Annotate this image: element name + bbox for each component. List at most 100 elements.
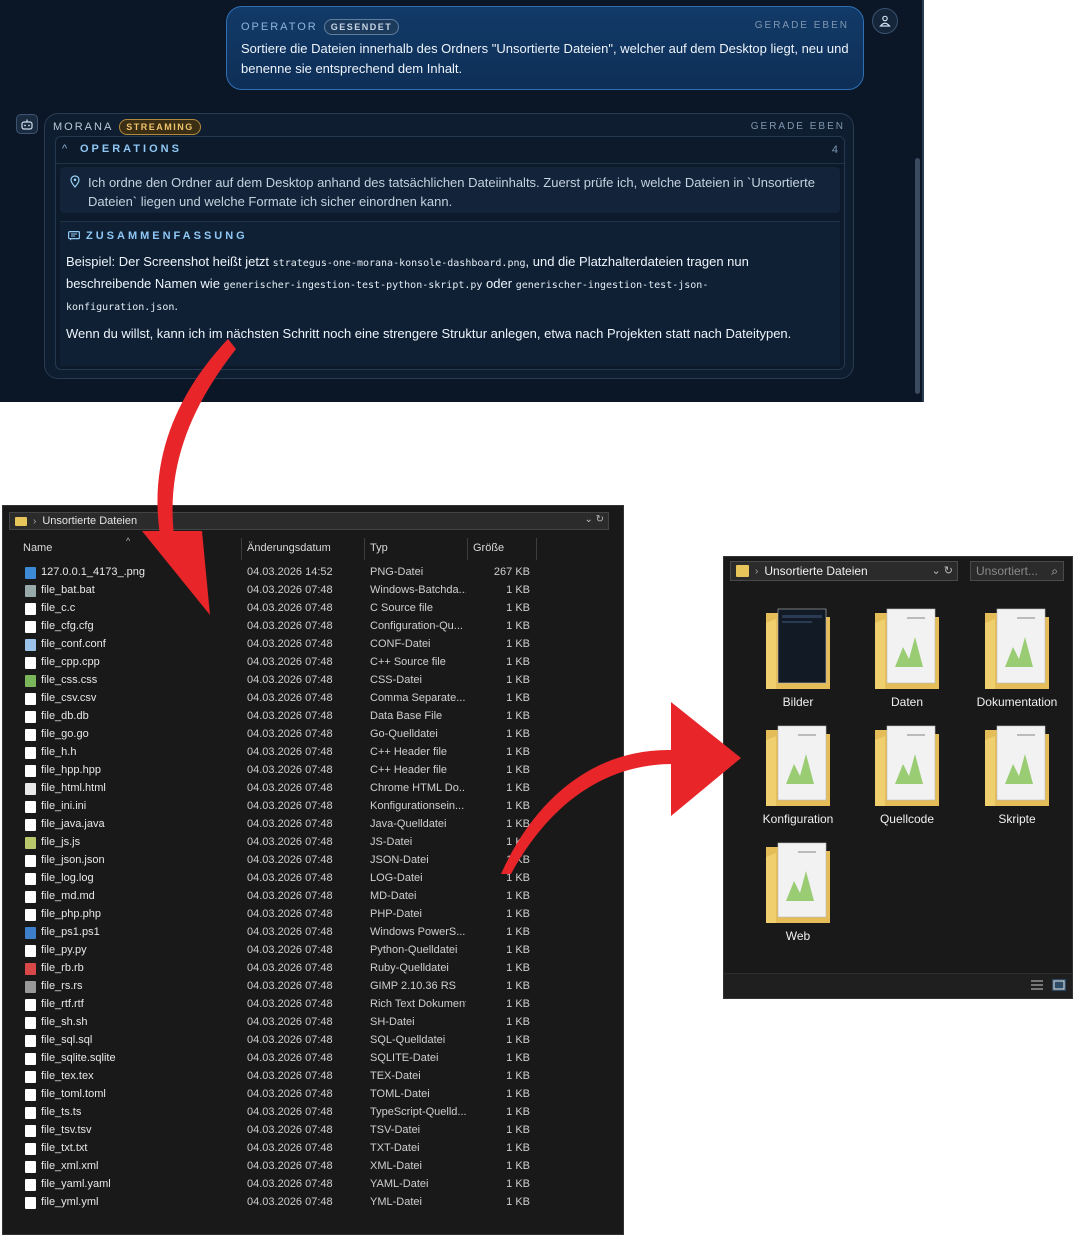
folder-item[interactable]: Skripte	[967, 724, 1067, 832]
search-icon: ⌕	[1051, 564, 1058, 578]
table-row[interactable]: file_bat.bat 04.03.2026 07:48 Windows-Batc…	[3, 582, 623, 600]
table-row[interactable]: file_rb.rb 04.03.2026 07:48 Ruby-Quelldate…	[3, 960, 623, 978]
file-type: Windows-Batchda...	[370, 584, 466, 596]
breadcrumb[interactable]: Unsortierte Dateien	[764, 564, 867, 578]
file-size: 1 KB	[506, 872, 530, 884]
table-row[interactable]: file_ini.ini 04.03.2026 07:48 Konfiguratio…	[3, 798, 623, 816]
table-row[interactable]: file_tsv.tsv 04.03.2026 07:48 TSV-Datei 1 K…	[3, 1122, 623, 1140]
file-type: TOML-Datei	[370, 1088, 430, 1100]
file-icon	[25, 783, 36, 795]
file-name: file_db.db	[41, 710, 89, 722]
table-row[interactable]: 127.0.0.1_4173_.png 04.03.2026 14:52 PNG-D…	[3, 564, 623, 582]
column-name[interactable]: Name	[23, 542, 52, 554]
column-divider[interactable]	[241, 538, 242, 560]
file-icon	[25, 1035, 36, 1047]
file-type: Chrome HTML Do...	[370, 782, 466, 794]
table-row[interactable]: file_js.js 04.03.2026 07:48 JS-Datei 1 KB	[3, 834, 623, 852]
table-row[interactable]: file_php.php 04.03.2026 07:48 PHP-Datei 1 K…	[3, 906, 623, 924]
chat-scrollbar[interactable]	[915, 158, 920, 394]
file-icon	[25, 711, 36, 723]
operations-panel: ^ OPERATIONS 4 Ich ordne den Ordner auf …	[55, 136, 845, 370]
search-input[interactable]: Unsortiert... ⌕	[970, 561, 1064, 581]
file-type: GIMP 2.10.36 RS	[370, 980, 457, 992]
file-type: CONF-Datei	[370, 638, 431, 650]
table-row[interactable]: file_hpp.hpp 04.03.2026 07:48 C++ Header f…	[3, 762, 623, 780]
folder-item[interactable]: Daten	[857, 607, 957, 715]
table-row[interactable]: file_sqlite.sqlite 04.03.2026 07:48 SQLITE…	[3, 1050, 623, 1068]
column-date[interactable]: Änderungsdatum	[247, 542, 331, 554]
file-size: 1 KB	[506, 998, 530, 1010]
file-icon	[25, 1179, 36, 1191]
file-type: TypeScript-Quelld...	[370, 1106, 466, 1118]
file-size: 1 KB	[506, 1106, 530, 1118]
file-date: 04.03.2026 07:48	[247, 584, 333, 596]
table-row[interactable]: file_json.json 04.03.2026 07:48 JSON-Datei…	[3, 852, 623, 870]
table-row[interactable]: file_css.css 04.03.2026 07:48 CSS-Datei 1 K…	[3, 672, 623, 690]
details-view-icon[interactable]	[1030, 979, 1044, 991]
address-bar[interactable]: › Unsortierte Dateien ⌄ ↻	[730, 561, 958, 581]
breadcrumb[interactable]: Unsortierte Dateien	[42, 515, 137, 527]
sort-up-icon: ^	[126, 536, 131, 546]
file-name: file_css.css	[41, 674, 98, 686]
file-name: file_toml.toml	[41, 1088, 106, 1100]
refresh-icon[interactable]: ⌄ ↻	[584, 514, 604, 525]
table-row[interactable]: file_java.java 04.03.2026 07:48 Java-Quell…	[3, 816, 623, 834]
file-date: 04.03.2026 07:48	[247, 638, 333, 650]
table-row[interactable]: file_rs.rs 04.03.2026 07:48 GIMP 2.10.36 R…	[3, 978, 623, 996]
table-row[interactable]: file_cfg.cfg 04.03.2026 07:48 Configuratio…	[3, 618, 623, 636]
folder-item[interactable]: Quellcode	[857, 724, 957, 832]
file-icon	[25, 1143, 36, 1155]
file-size: 1 KB	[506, 674, 530, 686]
table-row[interactable]: file_log.log 04.03.2026 07:48 LOG-Datei 1 K…	[3, 870, 623, 888]
file-type: Java-Quelldatei	[370, 818, 447, 830]
table-row[interactable]: file_yml.yml 04.03.2026 07:48 YML-Datei 1 K…	[3, 1194, 623, 1212]
table-row[interactable]: file_xml.xml 04.03.2026 07:48 XML-Datei 1 K…	[3, 1158, 623, 1176]
folder-icon	[875, 608, 939, 689]
tiles-view-icon[interactable]	[1052, 979, 1066, 991]
file-date: 04.03.2026 07:48	[247, 1142, 333, 1154]
table-row[interactable]: file_md.md 04.03.2026 07:48 MD-Datei 1 KB	[3, 888, 623, 906]
file-date: 04.03.2026 07:48	[247, 872, 333, 884]
table-row[interactable]: file_db.db 04.03.2026 07:48 Data Base File…	[3, 708, 623, 726]
file-size: 1 KB	[506, 854, 530, 866]
table-row[interactable]: file_html.html 04.03.2026 07:48 Chrome HTM…	[3, 780, 623, 798]
table-row[interactable]: file_rtf.rtf 04.03.2026 07:48 Rich Text Do…	[3, 996, 623, 1014]
folder-item[interactable]: Konfiguration	[748, 724, 848, 832]
chevron-right-icon: ›	[755, 565, 759, 577]
table-row[interactable]: file_py.py 04.03.2026 07:48 Python-Quellda…	[3, 942, 623, 960]
file-icon	[25, 927, 36, 939]
table-row[interactable]: file_cpp.cpp 04.03.2026 07:48 C++ Source f…	[3, 654, 623, 672]
table-row[interactable]: file_conf.conf 04.03.2026 07:48 CONF-Datei…	[3, 636, 623, 654]
table-row[interactable]: file_yaml.yaml 04.03.2026 07:48 YAML-Datei…	[3, 1176, 623, 1194]
table-row[interactable]: file_tex.tex 04.03.2026 07:48 TEX-Datei 1 K…	[3, 1068, 623, 1086]
file-name: file_conf.conf	[41, 638, 106, 650]
table-row[interactable]: file_txt.txt 04.03.2026 07:48 TXT-Datei 1 K…	[3, 1140, 623, 1158]
column-size[interactable]: Größe	[473, 542, 504, 554]
column-divider[interactable]	[467, 538, 468, 560]
table-row[interactable]: file_toml.toml 04.03.2026 07:48 TOML-Datei…	[3, 1086, 623, 1104]
file-name: file_cpp.cpp	[41, 656, 100, 668]
code-filename: strategus-one-morana-konsole-dashboard.p…	[272, 258, 526, 269]
table-row[interactable]: file_h.h 04.03.2026 07:48 C++ Header file 1…	[3, 744, 623, 762]
table-row[interactable]: file_c.c 04.03.2026 07:48 C Source file 1 K…	[3, 600, 623, 618]
table-row[interactable]: file_sql.sql 04.03.2026 07:48 SQL-Quelldat…	[3, 1032, 623, 1050]
column-divider[interactable]	[536, 538, 537, 560]
address-bar[interactable]: › Unsortierte Dateien ⌄ ↻	[9, 512, 609, 530]
table-row[interactable]: file_sh.sh 04.03.2026 07:48 SH-Datei 1 KB	[3, 1014, 623, 1032]
table-row[interactable]: file_csv.csv 04.03.2026 07:48 Comma Separa…	[3, 690, 623, 708]
folder-item[interactable]: Bilder	[748, 607, 848, 715]
file-icon	[25, 1107, 36, 1119]
refresh-icon[interactable]: ⌄ ↻	[932, 564, 954, 577]
folder-item[interactable]: Dokumentation	[967, 607, 1067, 715]
table-row[interactable]: file_ps1.ps1 04.03.2026 07:48 Windows Powe…	[3, 924, 623, 942]
operator-message: OPERATOR GESENDET GERADE EBEN Sortiere di…	[226, 6, 864, 90]
folder-item[interactable]: Web	[748, 841, 848, 949]
table-row[interactable]: file_ts.ts 04.03.2026 07:48 TypeScript-Que…	[3, 1104, 623, 1122]
chevron-up-icon[interactable]: ^	[62, 143, 67, 155]
operations-header[interactable]: ^ OPERATIONS 4	[56, 137, 844, 164]
table-row[interactable]: file_go.go 04.03.2026 07:48 Go-Quelldatei 1…	[3, 726, 623, 744]
file-date: 04.03.2026 07:48	[247, 728, 333, 740]
column-type[interactable]: Typ	[370, 542, 388, 554]
column-divider[interactable]	[364, 538, 365, 560]
file-size: 1 KB	[506, 692, 530, 704]
